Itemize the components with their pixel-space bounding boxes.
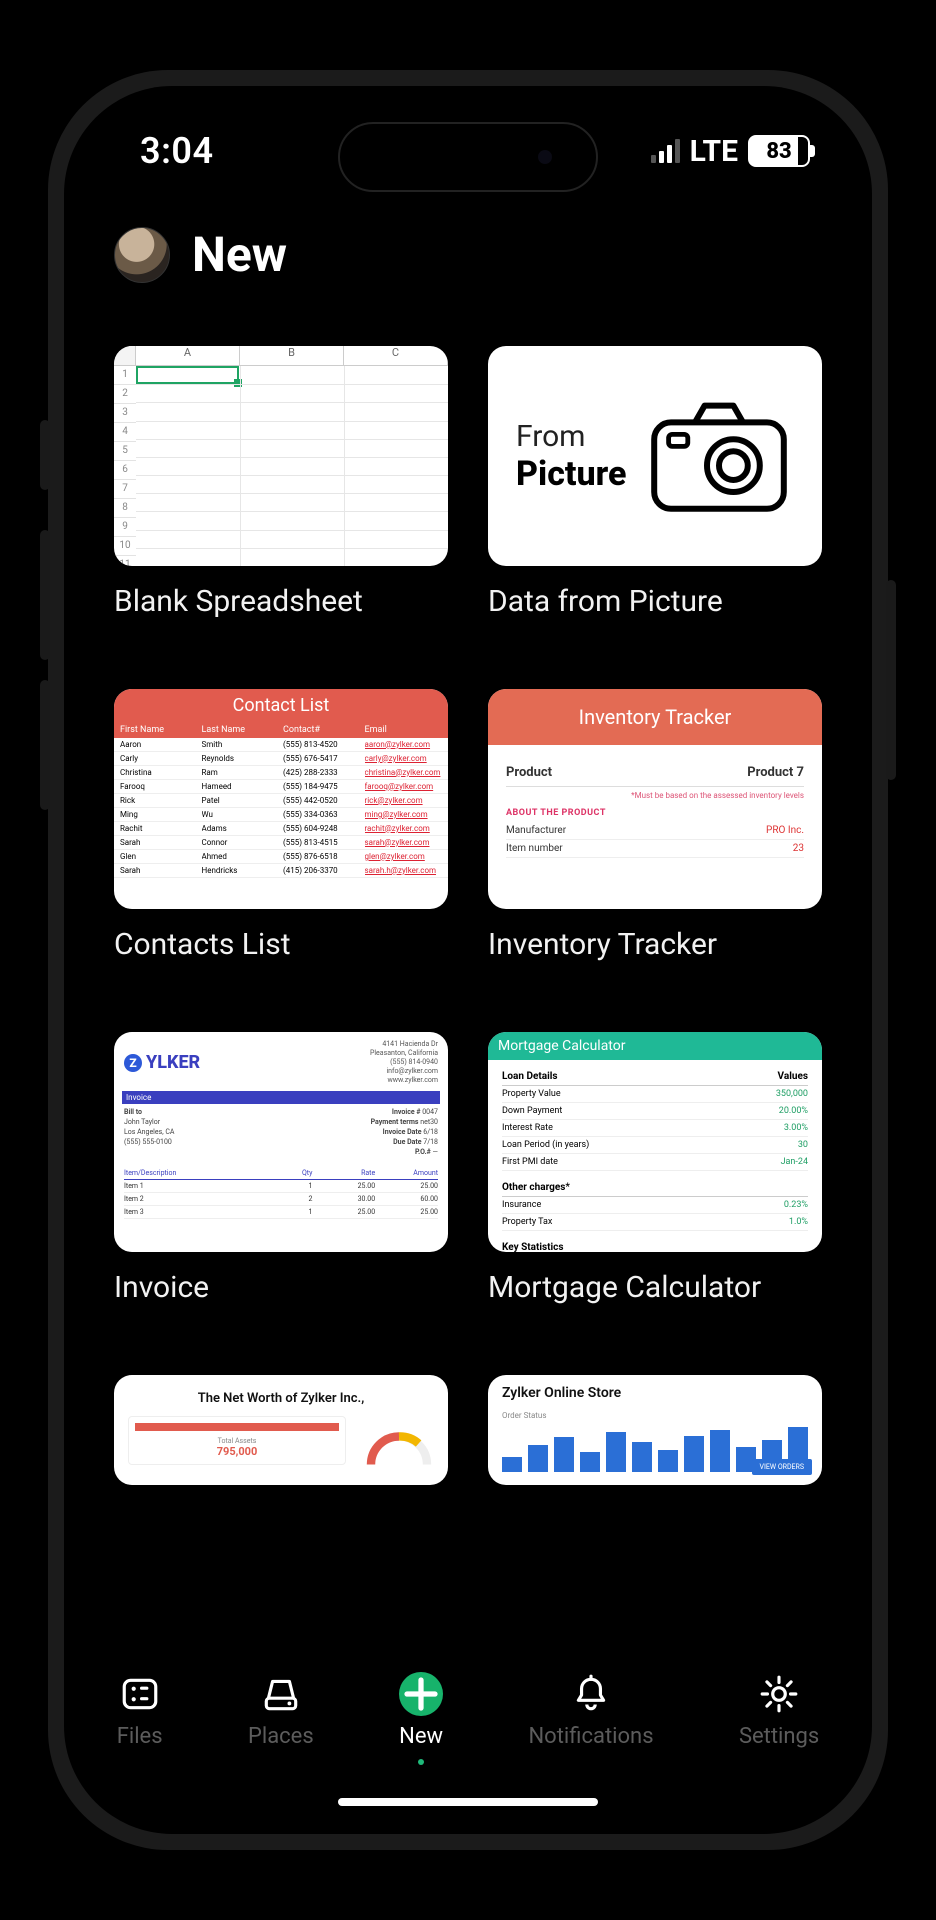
tab-places[interactable]: Places — [248, 1672, 314, 1749]
page-title: New — [192, 226, 287, 283]
tab-label: New — [399, 1724, 443, 1749]
files-icon — [118, 1672, 162, 1716]
tab-settings[interactable]: Settings — [739, 1672, 819, 1749]
page-header: New — [114, 226, 822, 283]
tab-label: Files — [117, 1724, 163, 1749]
tab-notifications[interactable]: Notifications — [528, 1672, 653, 1749]
battery-percent: 83 — [766, 139, 791, 164]
template-thumbnail: Contact List First Name Last Name Contac… — [114, 689, 448, 909]
template-label: Data from Picture — [488, 584, 822, 619]
tab-label: Places — [248, 1724, 314, 1749]
template-thumbnail: ZYLKER 4141 Hacienda DrPleasanton, Calif… — [114, 1032, 448, 1252]
template-thumbnail: The Net Worth of Zylker Inc., Total Asse… — [114, 1375, 448, 1485]
tab-label: Settings — [739, 1724, 819, 1749]
template-label: Inventory Tracker — [488, 927, 822, 962]
dynamic-island — [338, 122, 598, 192]
active-indicator — [418, 1759, 424, 1765]
template-blank-spreadsheet[interactable]: A B C 1234567891011 Blank Spr — [114, 346, 448, 619]
clock: 3:04 — [140, 130, 214, 172]
mute-switch — [40, 420, 50, 490]
bell-icon — [569, 1672, 613, 1716]
template-gallery[interactable]: A B C 1234567891011 Blank Spr — [114, 346, 822, 1644]
camera-icon — [644, 396, 794, 516]
home-indicator[interactable] — [338, 1798, 598, 1806]
template-label: Mortgage Calculator — [488, 1270, 822, 1305]
drive-icon — [259, 1672, 303, 1716]
power-button — [886, 580, 896, 780]
volume-down-button — [40, 680, 50, 810]
template-thumbnail: Zylker Online Store Order Status VIEW OR… — [488, 1375, 822, 1485]
template-inventory-tracker[interactable]: Inventory Tracker Product Product 7 *Mus… — [488, 689, 822, 962]
phone-frame: 3:04 LTE 83 New — [48, 70, 888, 1850]
template-label: Invoice — [114, 1270, 448, 1305]
template-data-from-picture[interactable]: From Picture Data from Pictur — [488, 346, 822, 619]
template-invoice[interactable]: ZYLKER 4141 Hacienda DrPleasanton, Calif… — [114, 1032, 448, 1305]
tab-label: Notifications — [528, 1724, 653, 1749]
gear-icon — [757, 1672, 801, 1716]
template-label: Blank Spreadsheet — [114, 584, 448, 619]
screen: 3:04 LTE 83 New — [74, 96, 862, 1824]
template-thumbnail: From Picture — [488, 346, 822, 566]
view-orders-button: VIEW ORDERS — [752, 1459, 812, 1475]
template-thumbnail: A B C 1234567891011 — [114, 346, 448, 566]
tab-new[interactable]: New — [399, 1672, 443, 1765]
template-net-worth[interactable]: The Net Worth of Zylker Inc., Total Asse… — [114, 1375, 448, 1485]
cell-signal-icon — [651, 139, 680, 163]
template-thumbnail: Mortgage Calculator Loan DetailsValues P… — [488, 1032, 822, 1252]
template-mortgage-calculator[interactable]: Mortgage Calculator Loan DetailsValues P… — [488, 1032, 822, 1305]
gauge-icon — [364, 1429, 434, 1465]
volume-up-button — [40, 530, 50, 660]
template-label: Contacts List — [114, 927, 448, 962]
profile-avatar[interactable] — [114, 227, 170, 283]
tab-files[interactable]: Files — [117, 1672, 163, 1749]
network-type: LTE — [690, 134, 738, 169]
template-contacts-list[interactable]: Contact List First Name Last Name Contac… — [114, 689, 448, 962]
template-sales-dashboard[interactable]: Zylker Online Store Order Status VIEW OR… — [488, 1375, 822, 1485]
template-thumbnail: Inventory Tracker Product Product 7 *Mus… — [488, 689, 822, 909]
battery-icon: 83 — [748, 135, 810, 167]
plus-icon — [399, 1672, 443, 1716]
